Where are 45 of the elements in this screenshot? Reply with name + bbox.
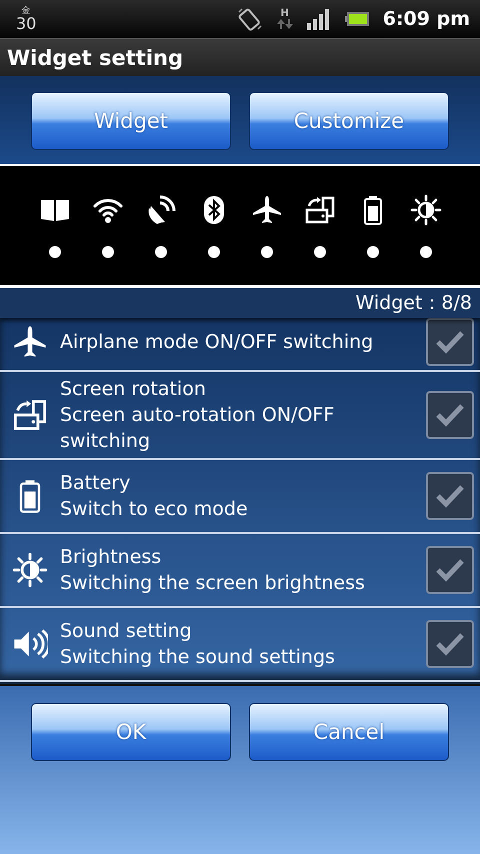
indicator-dot — [102, 246, 114, 258]
indicator-dot — [48, 246, 60, 258]
indicator-dot — [420, 246, 432, 258]
indicator-dot — [260, 246, 272, 258]
checkbox[interactable] — [426, 620, 474, 668]
setting-description: Screen auto-rotation ON/OFF switching — [60, 403, 336, 454]
check-icon — [435, 483, 465, 509]
setting-description: Switching the sound settings — [60, 645, 336, 670]
date-number: 30 — [16, 16, 36, 32]
dialog-button[interactable]: OK — [31, 703, 231, 761]
indicator-dot — [208, 246, 220, 258]
network-type: H — [280, 9, 289, 19]
indicator-dot — [366, 246, 378, 258]
setting-description: Switch to eco mode — [60, 497, 249, 522]
widget-counter: Widget：8/8 — [356, 291, 472, 316]
rotation-icon — [12, 397, 48, 433]
clock: 6:09 pm — [382, 8, 470, 30]
signal-icon — [306, 8, 331, 30]
setting-description: Switching the screen brightness — [60, 571, 366, 596]
checkbox[interactable] — [426, 391, 474, 439]
airplane-icon — [250, 194, 282, 226]
check-icon — [435, 631, 465, 657]
setting-title: Sound setting — [60, 619, 193, 644]
indicator-dot — [154, 246, 166, 258]
window-title: Widget setting — [7, 46, 184, 70]
check-icon — [435, 557, 465, 583]
tab-button[interactable]: Widget — [31, 92, 231, 150]
indicator-dot — [314, 246, 326, 258]
brightness-icon — [12, 552, 48, 588]
checkbox[interactable] — [426, 472, 474, 520]
vibrate-icon — [236, 6, 263, 32]
setting-title: Battery — [60, 471, 132, 496]
setting-title: Brightness — [60, 545, 162, 570]
data-arrows-icon — [276, 19, 293, 29]
checkbox[interactable] — [426, 546, 474, 594]
tab-button[interactable]: Customize — [249, 92, 449, 150]
day-label: 金 — [22, 6, 31, 16]
setting-title: Screen rotation — [60, 377, 207, 402]
check-icon — [435, 402, 465, 428]
brightness-icon — [410, 194, 442, 226]
dialog-button[interactable]: Cancel — [249, 703, 449, 761]
checkbox[interactable] — [426, 318, 474, 366]
check-icon — [435, 329, 465, 355]
battery-icon — [344, 12, 369, 26]
setting-description: Airplane mode ON/OFF switching — [60, 330, 374, 355]
